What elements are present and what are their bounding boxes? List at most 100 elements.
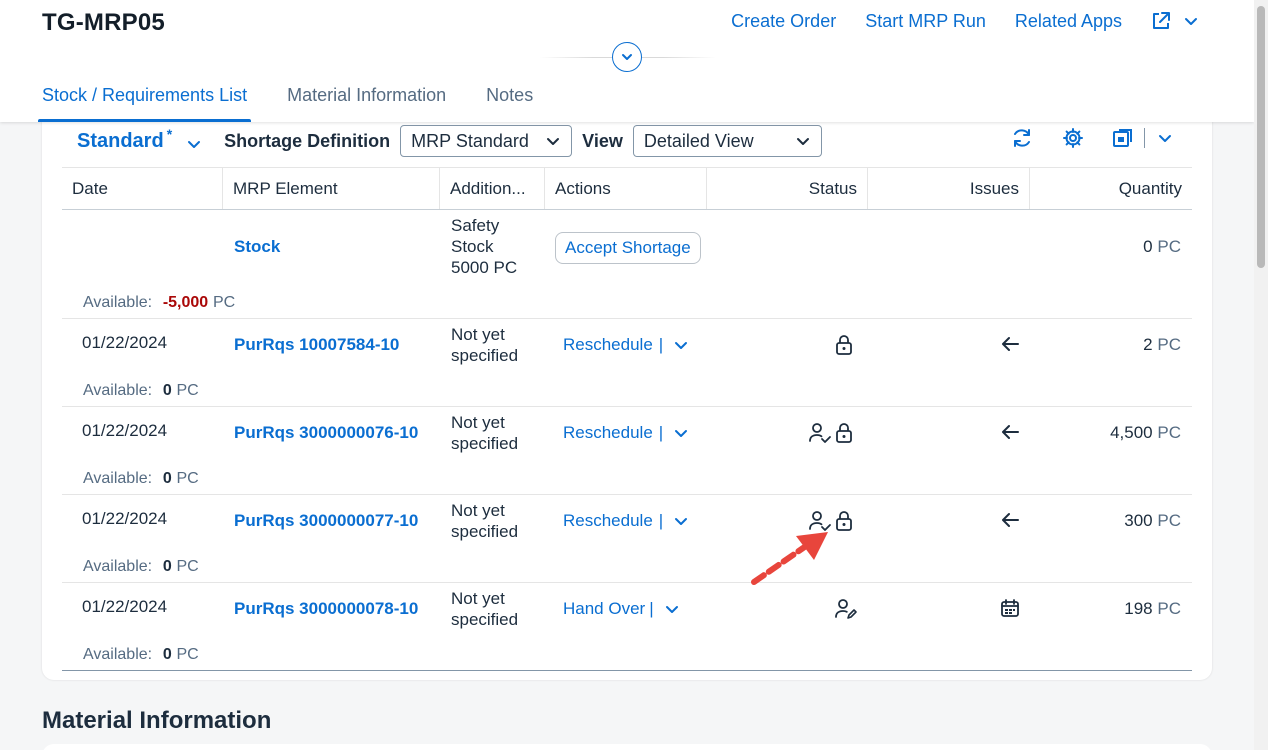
column-header-additional[interactable]: Addition... — [440, 168, 545, 209]
quantity-unit: PC — [1157, 423, 1181, 442]
additional-info: Not yet specified — [451, 500, 518, 542]
reschedule-action[interactable]: Reschedule | — [563, 335, 689, 355]
additional-line: Not yet — [451, 589, 505, 608]
mrp-element-link[interactable]: Stock — [234, 237, 280, 257]
action-label: Reschedule — [563, 511, 653, 530]
available-unit: PC — [176, 382, 199, 399]
annotation-arrow-icon — [751, 532, 828, 585]
related-apps-link[interactable]: Related Apps — [1015, 11, 1122, 32]
start-mrp-run-link[interactable]: Start MRP Run — [865, 11, 986, 32]
date-cell: 01/22/2024 — [82, 333, 168, 352]
table-row[interactable]: 01/22/2024 PurRqs 3000000078-10 Not yet … — [62, 583, 1192, 671]
calendar-icon — [1000, 598, 1020, 618]
date-cell: 01/22/2024 — [82, 421, 168, 440]
collapse-header-button[interactable] — [612, 42, 642, 72]
variant-modified-indicator: * — [166, 125, 173, 142]
chevron-down-icon — [547, 138, 560, 145]
requirements-table: Date MRP Element Addition... Actions Sta… — [62, 167, 1192, 671]
share-icon — [1153, 12, 1170, 29]
action-separator: | — [658, 335, 664, 354]
table-header-row: Date MRP Element Addition... Actions Sta… — [62, 167, 1192, 210]
arrow-left-icon — [1000, 335, 1020, 353]
tab-notes[interactable]: Notes — [486, 85, 533, 122]
shortage-definition-select[interactable]: MRP Standard — [400, 125, 573, 157]
table-row[interactable]: 01/22/2024 PurRqs 10007584-10 Not yet sp… — [62, 319, 1192, 407]
tab-material-information[interactable]: Material Information — [287, 85, 446, 122]
additional-line: specified — [451, 522, 519, 541]
reschedule-action[interactable]: Reschedule | — [563, 511, 689, 531]
additional-line: specified — [451, 434, 519, 453]
chevron-down-icon — [188, 140, 201, 148]
column-header-issues[interactable]: Issues — [868, 168, 1030, 209]
additional-line: specified — [451, 610, 519, 629]
action-separator: | — [658, 511, 664, 530]
additional-line: specified — [451, 346, 519, 365]
additional-line: Not yet — [451, 325, 505, 344]
column-header-date[interactable]: Date — [62, 168, 223, 209]
mrp-element-link[interactable]: PurRqs 10007584-10 — [234, 335, 399, 355]
mrp-element-link[interactable]: PurRqs 3000000076-10 — [234, 423, 418, 443]
toolbar-separator — [1144, 128, 1145, 148]
shortage-definition-label: Shortage Definition — [224, 130, 391, 151]
object-page-header: TG-MRP05 Create Order Start MRP Run Rela… — [0, 0, 1254, 122]
quantity-cell: 2 PC — [1143, 335, 1181, 355]
quantity-unit: PC — [1157, 237, 1181, 256]
chevron-down-icon[interactable] — [1157, 130, 1173, 146]
variant-selector[interactable]: Standard * — [77, 126, 202, 153]
quantity-unit: PC — [1157, 511, 1181, 530]
hand-over-action[interactable]: Hand Over | — [563, 599, 680, 619]
available-line: Available: 0 PC — [83, 644, 199, 664]
create-order-link[interactable]: Create Order — [731, 11, 836, 32]
table-row[interactable]: 01/22/2024 PurRqs 3000000077-10 Not yet … — [62, 495, 1192, 583]
user-check-icon — [809, 423, 831, 443]
chevron-down-icon — [675, 518, 688, 525]
view-select[interactable]: Detailed View — [632, 125, 822, 157]
tab-stock-requirements[interactable]: Stock / Requirements List — [37, 85, 252, 122]
quantity-cell: 4,500 PC — [1110, 423, 1181, 443]
scrollbar-thumb[interactable] — [1257, 6, 1265, 268]
action-separator: | — [649, 599, 654, 618]
additional-info: Not yet specified — [451, 588, 518, 630]
lock-icon — [836, 511, 852, 531]
action-label: Hand Over — [563, 599, 646, 618]
refresh-icon[interactable] — [1010, 126, 1034, 150]
date-cell: 01/22/2024 — [82, 597, 168, 616]
mrp-element-link[interactable]: PurRqs 3000000078-10 — [234, 599, 418, 619]
share-menu-button[interactable] — [1150, 10, 1200, 32]
quantity-value: 2 — [1143, 335, 1153, 354]
chevron-down-icon — [675, 342, 688, 349]
available-label: Available: — [83, 558, 153, 575]
table-toolbar: Standard * Shortage Definition MRP Stand… — [35, 124, 1185, 158]
material-information-heading: Material Information — [42, 707, 272, 734]
available-value: 0 — [162, 382, 172, 399]
additional-line: Stock — [451, 237, 494, 256]
available-value: -5,000 — [162, 294, 209, 311]
available-line: Available: 0 PC — [83, 468, 199, 488]
additional-info: Not yet specified — [451, 324, 518, 366]
table-row-stock[interactable]: Stock Safety Stock 5000 PC Accept Shorta… — [62, 210, 1192, 319]
accept-shortage-button[interactable]: Accept Shortage — [555, 232, 701, 264]
column-header-status[interactable]: Status — [707, 168, 868, 209]
column-header-actions[interactable]: Actions — [545, 168, 707, 209]
action-label: Reschedule — [563, 423, 653, 442]
reschedule-action[interactable]: Reschedule | — [563, 423, 689, 443]
available-value: 0 — [162, 470, 172, 487]
page-scrollbar[interactable] — [1254, 0, 1268, 750]
column-header-quantity[interactable]: Quantity — [1030, 168, 1192, 209]
column-header-mrp-element[interactable]: MRP Element — [223, 168, 440, 209]
export-icon[interactable] — [1112, 127, 1134, 149]
lock-icon — [836, 423, 852, 443]
available-unit: PC — [176, 646, 199, 663]
quantity-value: 198 — [1124, 599, 1153, 618]
quantity-unit: PC — [1157, 599, 1181, 618]
mrp-element-link[interactable]: PurRqs 3000000077-10 — [234, 511, 418, 531]
status-icons — [808, 422, 854, 444]
action-label: Reschedule — [563, 335, 653, 354]
settings-gear-icon[interactable] — [1062, 127, 1084, 149]
section-tabs: Stock / Requirements List Material Infor… — [37, 85, 573, 122]
chevron-down-icon — [796, 138, 809, 145]
additional-line: Not yet — [451, 501, 505, 520]
chevron-down-icon — [1185, 18, 1197, 25]
quantity-value: 0 — [1143, 237, 1153, 256]
table-row[interactable]: 01/22/2024 PurRqs 3000000076-10 Not yet … — [62, 407, 1192, 495]
